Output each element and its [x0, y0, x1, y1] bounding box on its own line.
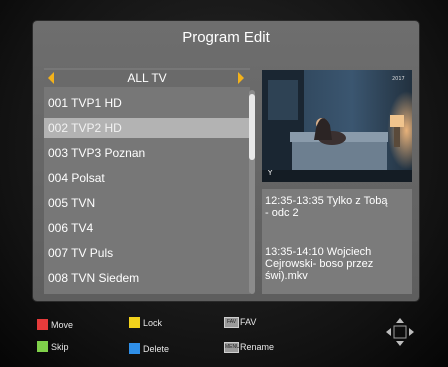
page-title: Program Edit — [182, 29, 270, 46]
channel-item[interactable]: 004 Polsat — [44, 168, 250, 188]
scrollbar-thumb[interactable] — [249, 94, 255, 160]
epg-current-line2: - odc 2 — [265, 207, 299, 219]
navigation-cross-icon — [386, 318, 414, 346]
channel-item[interactable]: 001 TVP1 HD — [44, 93, 250, 113]
epg-next-line3: świ).mkv — [265, 270, 308, 282]
video-preview: Y 2017 — [262, 70, 412, 182]
scrollbar[interactable] — [249, 90, 255, 294]
program-edit-panel: Program Edit ALL TV 001 TVP1 HD 002 TVP2… — [33, 21, 419, 301]
skip-label: Skip — [51, 342, 69, 352]
arrow-right-icon[interactable] — [238, 72, 244, 84]
epg-current-line1: 12:35-13:35 Tylko z Tobą — [265, 195, 388, 207]
channel-item[interactable]: 005 TVN — [44, 193, 250, 213]
green-key-icon — [37, 341, 48, 352]
help-bar: Move Lock FAV FAV Skip Delete MENU Renam… — [33, 312, 419, 358]
epg-next-line2: Cejrowski- boso przez — [265, 258, 374, 270]
lock-label: Lock — [143, 318, 163, 328]
svg-text:2017: 2017 — [392, 76, 405, 82]
rename-label: Rename — [240, 342, 275, 352]
channel-item[interactable]: 007 TV Puls — [44, 243, 250, 263]
fav-label: FAV — [240, 317, 257, 327]
tv-screen: Program Edit ALL TV 001 TVP1 HD 002 TVP2… — [0, 0, 448, 367]
yellow-key-icon — [129, 317, 140, 328]
svg-text:Y: Y — [267, 169, 273, 177]
menu-key-icon: MENU — [224, 342, 240, 353]
move-label: Move — [51, 320, 74, 330]
epg-info-panel: 12:35-13:35 Tylko z Tobą - odc 2 13:35-1… — [262, 189, 412, 294]
group-selector[interactable]: ALL TV — [44, 70, 250, 87]
blue-key-icon — [129, 343, 140, 354]
epg-next-line1: 13:35-14:10 Wojciech — [265, 246, 372, 258]
channel-item[interactable]: 008 TVN Siedem — [44, 268, 250, 288]
red-key-icon — [37, 319, 48, 330]
channel-item[interactable]: 003 TVP3 Poznan — [44, 143, 250, 163]
group-label: ALL TV — [127, 71, 167, 85]
preview-image: Y 2017 — [262, 70, 412, 182]
channel-item-selected[interactable]: 002 TVP2 HD — [44, 118, 250, 138]
channel-item[interactable]: 006 TV4 — [44, 218, 250, 238]
delete-label: Delete — [143, 344, 170, 354]
fav-key-icon: FAV — [224, 317, 239, 328]
